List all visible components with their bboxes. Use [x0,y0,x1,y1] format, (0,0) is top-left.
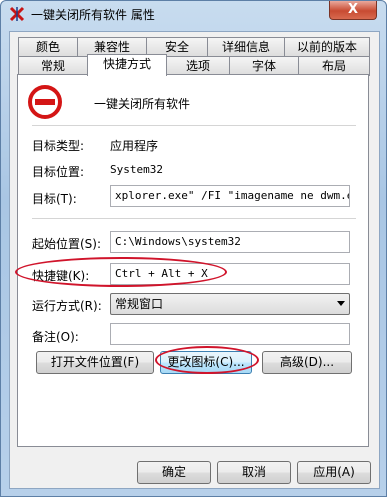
open-file-location-button[interactable]: 打开文件位置(F) [36,351,154,374]
tab-options[interactable]: 选项 [166,56,230,76]
chevron-down-icon [337,301,345,306]
run-label: 运行方式(R): [32,299,102,313]
app-icon [9,6,25,22]
title-bar[interactable]: 一键关闭所有软件 属性 X [1,1,386,27]
target-type-label: 目标类型: [32,139,85,153]
properties-window: 一键关闭所有软件 属性 X 颜色 兼容性 安全 详细信息 以前的版本 常规 快捷… [0,0,387,497]
prohibited-icon [28,85,62,119]
start-in-input[interactable]: C:\Windows\system32 [110,231,350,253]
tab-details[interactable]: 详细信息 [207,37,285,57]
target-label: 目标(T): [32,192,77,206]
app-name: 一键关闭所有软件 [94,97,191,111]
target-location-label: 目标位置: [32,165,85,179]
target-type-value: 应用程序 [110,139,159,153]
ok-button[interactable]: 确定 [137,461,211,484]
change-icon-highlight [155,346,259,374]
apply-button[interactable]: 应用(A) [297,461,371,484]
advanced-button[interactable]: 高级(D)... [262,351,352,374]
separator [32,125,356,126]
window-title: 一键关闭所有软件 属性 [31,8,155,22]
tab-font[interactable]: 字体 [229,56,299,76]
start-in-label: 起始位置(S): [32,237,102,251]
hotkey-highlight [15,257,227,287]
separator [32,218,356,219]
comment-input[interactable] [110,323,350,345]
tab-shortcut[interactable]: 快捷方式 [87,54,167,76]
tab-general[interactable]: 常规 [18,56,88,76]
cancel-button[interactable]: 取消 [217,461,291,484]
tab-layout[interactable]: 布局 [298,56,370,76]
comment-label: 备注(O): [32,330,79,344]
run-select[interactable]: 常规窗口 [110,293,350,315]
run-select-value: 常规窗口 [115,297,164,311]
tab-previous-versions[interactable]: 以前的版本 [284,37,370,57]
tab-colors[interactable]: 颜色 [18,37,78,57]
target-input[interactable]: xplorer.exe" /FI "imagename ne dwm.exe" [110,185,350,207]
target-location-value: System32 [110,163,163,176]
close-button[interactable]: X [329,1,377,20]
